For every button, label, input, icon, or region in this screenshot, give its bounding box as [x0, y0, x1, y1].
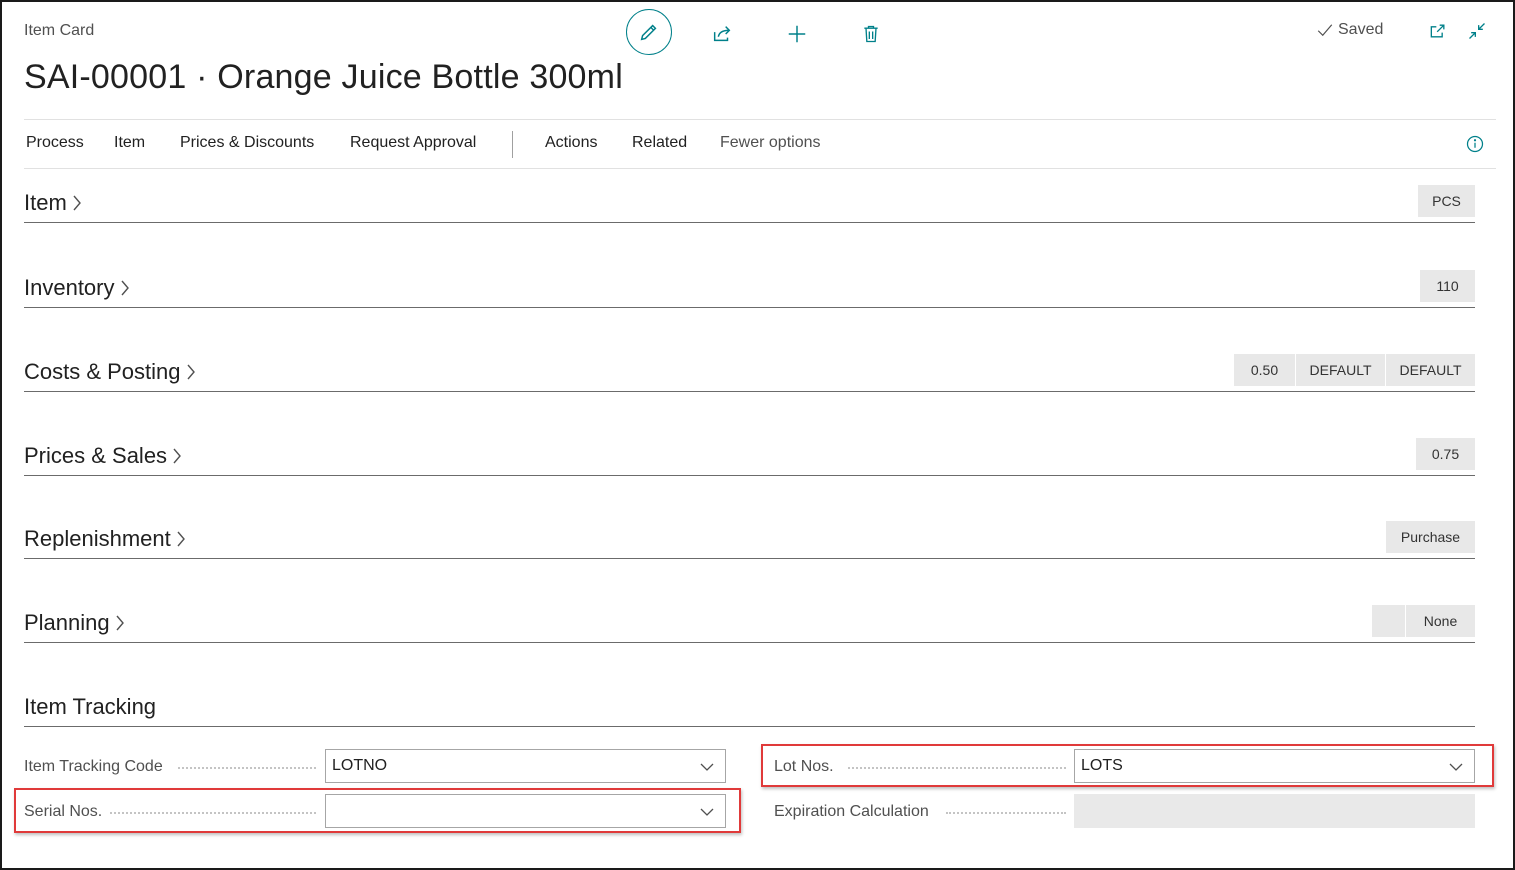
- field-leader-dots: [178, 767, 316, 769]
- item-tracking-code-label: Item Tracking Code: [24, 758, 163, 775]
- expiration-calculation-label: Expiration Calculation: [774, 803, 929, 820]
- fasttab-planning: Planning None: [24, 603, 1475, 643]
- fasttab-item-header[interactable]: Item: [24, 190, 83, 216]
- item-card-window: Item Card SAI-00001 · Orange Juice Bottl…: [0, 0, 1515, 870]
- action-related[interactable]: Related: [632, 134, 687, 152]
- trash-icon: [864, 25, 878, 43]
- summary-value: DEFAULT: [1295, 354, 1385, 386]
- chevron-right-icon: [171, 446, 183, 466]
- fasttab-inventory-title: Inventory: [24, 275, 115, 300]
- fasttab-inventory-summary: 110: [1419, 270, 1475, 302]
- item-tracking-code-value: LOTNO: [332, 757, 388, 774]
- summary-value: 0.75: [1415, 438, 1475, 470]
- chevron-right-icon: [114, 613, 126, 633]
- delete-button[interactable]: [849, 12, 893, 56]
- edit-button[interactable]: [626, 9, 672, 55]
- action-bar-divider: [512, 131, 513, 158]
- fasttab-item-tracking-title: Item Tracking: [24, 694, 157, 719]
- open-new-window-icon: [1430, 24, 1445, 38]
- share-button[interactable]: [700, 12, 744, 56]
- chevron-right-icon: [185, 362, 197, 382]
- action-bar: Process Item Prices & Discounts Request …: [24, 119, 1496, 169]
- fasttab-prices-sales-summary: 0.75: [1415, 438, 1475, 470]
- lot-nos-highlight-box: [761, 744, 1494, 787]
- fasttab-costs-posting-title: Costs & Posting: [24, 359, 181, 384]
- new-button[interactable]: [775, 12, 819, 56]
- action-process[interactable]: Process: [26, 134, 84, 152]
- collapse-arrows-icon: [1469, 23, 1485, 39]
- checkmark-icon: [1317, 24, 1333, 37]
- fasttab-replenishment-title: Replenishment: [24, 526, 171, 551]
- summary-value: None: [1405, 605, 1475, 637]
- fasttab-replenishment-summary: Purchase: [1385, 521, 1475, 553]
- summary-value: DEFAULT: [1385, 354, 1475, 386]
- plus-icon: [788, 25, 806, 43]
- summary-value: 110: [1419, 270, 1475, 302]
- fasttab-prices-sales-title: Prices & Sales: [24, 443, 168, 468]
- fasttab-prices-sales: Prices & Sales 0.75: [24, 436, 1475, 476]
- serial-nos-highlight-box: [14, 788, 741, 833]
- fasttab-item-tracking: Item Tracking: [24, 687, 1475, 727]
- fasttab-planning-header[interactable]: Planning: [24, 610, 126, 636]
- saved-label: Saved: [1338, 21, 1384, 38]
- saved-status: Saved: [1316, 21, 1383, 39]
- action-fewer-options[interactable]: Fewer options: [720, 134, 821, 152]
- fasttab-inventory: Inventory 110: [24, 268, 1475, 308]
- summary-value: [1371, 605, 1405, 637]
- fasttab-prices-sales-header[interactable]: Prices & Sales: [24, 443, 183, 469]
- expiration-calculation-field[interactable]: [1074, 794, 1475, 828]
- summary-value: 0.50: [1233, 354, 1295, 386]
- field-leader-dots: [946, 812, 1066, 814]
- chevron-right-icon: [119, 278, 131, 298]
- fasttab-replenishment-header[interactable]: Replenishment: [24, 526, 187, 552]
- fasttab-costs-posting-summary: 0.50 DEFAULT DEFAULT: [1233, 354, 1475, 386]
- fasttab-inventory-header[interactable]: Inventory: [24, 275, 131, 301]
- action-item[interactable]: Item: [114, 134, 145, 152]
- fasttab-item-title: Item: [24, 190, 67, 215]
- info-icon[interactable]: [1465, 134, 1485, 154]
- action-prices-discounts[interactable]: Prices & Discounts: [180, 134, 314, 152]
- page-title: SAI-00001 · Orange Juice Bottle 300ml: [24, 58, 623, 96]
- breadcrumb: Item Card: [24, 22, 95, 39]
- fasttab-replenishment: Replenishment Purchase: [24, 519, 1475, 559]
- fasttab-costs-posting-header[interactable]: Costs & Posting: [24, 359, 197, 385]
- action-actions[interactable]: Actions: [545, 134, 597, 152]
- item-tracking-code-field[interactable]: LOTNO: [325, 749, 726, 783]
- fasttab-item-summary: PCS: [1417, 185, 1475, 217]
- fasttab-planning-title: Planning: [24, 610, 110, 635]
- fasttab-planning-summary: None: [1371, 605, 1475, 637]
- chevron-down-icon: [700, 763, 714, 771]
- summary-value: Purchase: [1385, 521, 1475, 553]
- action-request-approval[interactable]: Request Approval: [350, 134, 476, 152]
- collapse-button[interactable]: [1464, 18, 1490, 44]
- pencil-icon: [640, 24, 657, 41]
- fasttab-item-tracking-header[interactable]: Item Tracking: [24, 694, 156, 720]
- summary-value: PCS: [1417, 185, 1475, 217]
- share-icon: [713, 26, 731, 42]
- open-new-window-button[interactable]: [1425, 18, 1451, 44]
- chevron-right-icon: [71, 193, 83, 213]
- chevron-right-icon: [175, 529, 187, 549]
- fasttab-costs-posting: Costs & Posting 0.50 DEFAULT DEFAULT: [24, 352, 1475, 392]
- fasttab-item: Item PCS: [24, 183, 1475, 223]
